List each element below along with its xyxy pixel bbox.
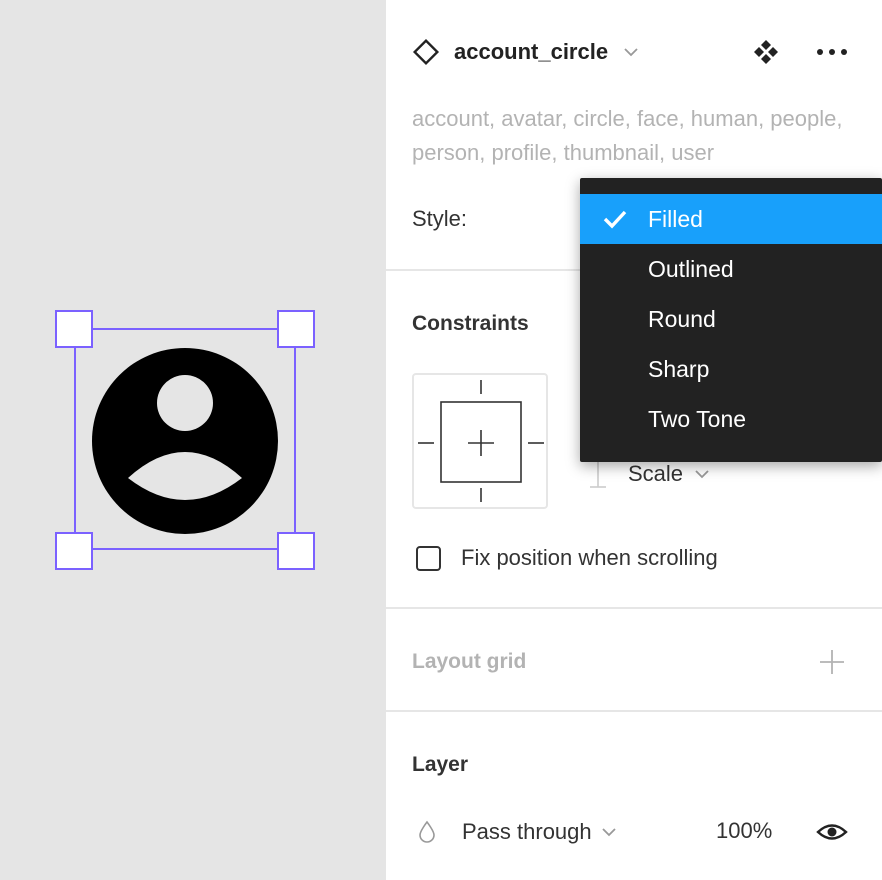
component-variants-icon: [754, 40, 778, 64]
check-icon: [603, 210, 627, 229]
style-option-outlined[interactable]: Outlined: [580, 244, 882, 294]
resize-handle-bottom-right[interactable]: [277, 532, 315, 570]
layout-grid-title: Layout grid: [412, 650, 527, 673]
selection-frame: [74, 328, 296, 550]
canvas[interactable]: [0, 0, 386, 880]
layer-title: Layer: [412, 753, 469, 776]
fix-position-row[interactable]: Fix position when scrolling: [416, 544, 718, 572]
section-divider: [386, 607, 882, 609]
blend-mode-value: Pass through: [462, 819, 592, 844]
component-name: account_circle: [454, 39, 609, 64]
fix-position-checkbox[interactable]: [416, 545, 441, 571]
resize-handle-top-left[interactable]: [55, 310, 93, 348]
style-option-filled[interactable]: Filled: [580, 194, 882, 244]
style-dropdown-menu[interactable]: Filled Outlined Round Sharp Two Tone: [580, 178, 882, 462]
vertical-constraint-icon: [590, 461, 606, 488]
more-dots-icon: [817, 49, 847, 55]
style-option-two-tone[interactable]: Two Tone: [580, 394, 882, 444]
component-header[interactable]: account_circle: [412, 36, 638, 68]
variants-button[interactable]: [750, 36, 782, 68]
opacity-input[interactable]: 100%: [716, 818, 772, 844]
style-option-label: Round: [648, 305, 716, 332]
drop-icon: [419, 820, 435, 843]
chevron-down-icon: [695, 470, 709, 479]
chevron-down-icon[interactable]: [624, 47, 638, 57]
vertical-constraint-value: Scale: [628, 461, 684, 486]
plus-icon[interactable]: [818, 648, 846, 676]
eye-icon[interactable]: [816, 818, 848, 846]
style-option-sharp[interactable]: Sharp: [580, 344, 882, 394]
fix-position-label: Fix position when scrolling: [461, 545, 718, 570]
chevron-down-icon: [602, 828, 616, 837]
style-option-label: Sharp: [648, 355, 710, 382]
style-option-label: Two Tone: [648, 405, 747, 432]
style-option-round[interactable]: Round: [580, 294, 882, 344]
constraints-diagram: [418, 380, 544, 502]
constraints-widget[interactable]: [412, 373, 548, 509]
component-diamond-icon: [412, 38, 440, 66]
section-divider: [386, 710, 882, 712]
style-option-label: Filled: [648, 205, 703, 232]
constraints-title: Constraints: [412, 312, 529, 335]
resize-handle-top-right[interactable]: [277, 310, 315, 348]
component-keywords: account, avatar, circle, face, human, pe…: [412, 106, 843, 165]
style-option-label: Outlined: [648, 255, 734, 282]
resize-handle-bottom-left[interactable]: [55, 532, 93, 570]
vertical-constraint-select[interactable]: Scale: [586, 458, 709, 490]
style-label: Style:: [412, 206, 468, 231]
more-options-button[interactable]: [816, 36, 848, 68]
blend-mode-select[interactable]: Pass through: [416, 816, 616, 848]
